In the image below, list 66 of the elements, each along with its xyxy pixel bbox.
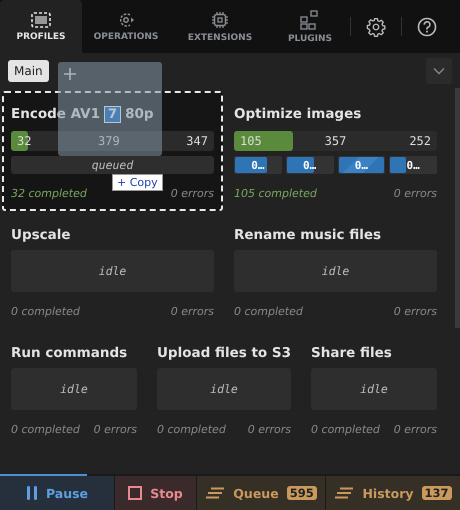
completed-count: 0 completed [234,305,303,318]
lines-icon [334,487,354,499]
error-count: 0 errors [394,423,437,436]
profile-card[interactable]: Share files idle 0 completed 0 errors [302,330,446,447]
worker-label: 0… [406,158,420,172]
pause-icon [26,485,38,501]
queue-button[interactable]: Queue 595 [197,476,326,510]
card-title: Optimize images [234,106,362,122]
error-count: 0 errors [170,187,214,200]
card-title: Share files [311,345,392,361]
stop-icon [128,486,142,500]
total-count: 379 [98,134,120,148]
profile-tab[interactable]: Main [8,60,49,82]
completed-count: 0 completed [156,423,226,436]
plugins-icon [300,10,320,30]
completed-count: 0 completed [11,305,80,318]
card-title: Rename music files [234,227,382,243]
card-title: Encode AV1 [11,106,100,122]
count-badge: 595 [286,486,317,500]
status-text: idle [60,382,88,396]
profile-card[interactable]: Upscale idle 0 completed 0 errors [2,212,223,329]
status-text: idle [98,264,126,278]
card-title: Run commands [11,345,128,361]
plus-icon [64,68,76,80]
profiles-icon [31,12,51,28]
completed-count: 32 completed [11,187,87,200]
status-text: queued [92,158,134,172]
nav-tab[interactable]: OPERATIONS [82,0,170,53]
error-count: 0 errors [394,305,437,318]
settings-icon [366,16,386,36]
error-count: 0 errors [170,305,214,318]
copy-tooltip: + Copy [112,174,163,191]
remaining-count: 252 [409,134,431,148]
remaining-count: 347 [186,134,208,148]
pause-button[interactable]: Pause [0,476,115,510]
error-count: 0 errors [394,187,437,200]
drag-count-badge: 7 [104,106,122,122]
nav-tab[interactable]: PLUGINS [270,0,350,53]
status-text: idle [322,264,350,278]
chevron-down-icon [433,66,445,74]
completed-count: 0 completed [311,423,380,436]
card-title: 80p [125,106,154,122]
completed-count: 105 completed [234,187,317,200]
status-text: idle [360,382,388,396]
error-count: 0 errors [94,423,137,436]
total-count: 357 [324,134,346,148]
error-count: 0 errors [248,423,292,436]
nav-tab[interactable]: EXTENSIONS [170,0,270,53]
card-title: Upscale [11,227,71,243]
lines-icon [205,487,226,499]
dropdown-button[interactable] [426,58,452,84]
history-button[interactable]: History 137 [326,476,460,510]
profile-card[interactable]: Run commands idle 0 completed 0 errors [2,330,146,447]
card-title: Upload files to S3 [156,345,292,361]
chip-icon [211,10,229,28]
stop-button[interactable]: Stop [115,476,197,510]
completed-count: 0 completed [11,423,80,436]
done-count: 105 [240,134,262,148]
count-badge: 137 [422,486,452,500]
status-text: idle [210,382,238,396]
worker-label: 0… [251,158,264,172]
worker-label: 0… [354,158,368,172]
profile-card[interactable]: Rename music files idle 0 completed 0 errors [225,212,446,329]
help-icon [417,16,437,36]
profile-card[interactable]: Upload files to S3 idle 0 completed 0 errors [148,330,300,447]
nav-tab[interactable]: PROFILES [0,0,82,53]
